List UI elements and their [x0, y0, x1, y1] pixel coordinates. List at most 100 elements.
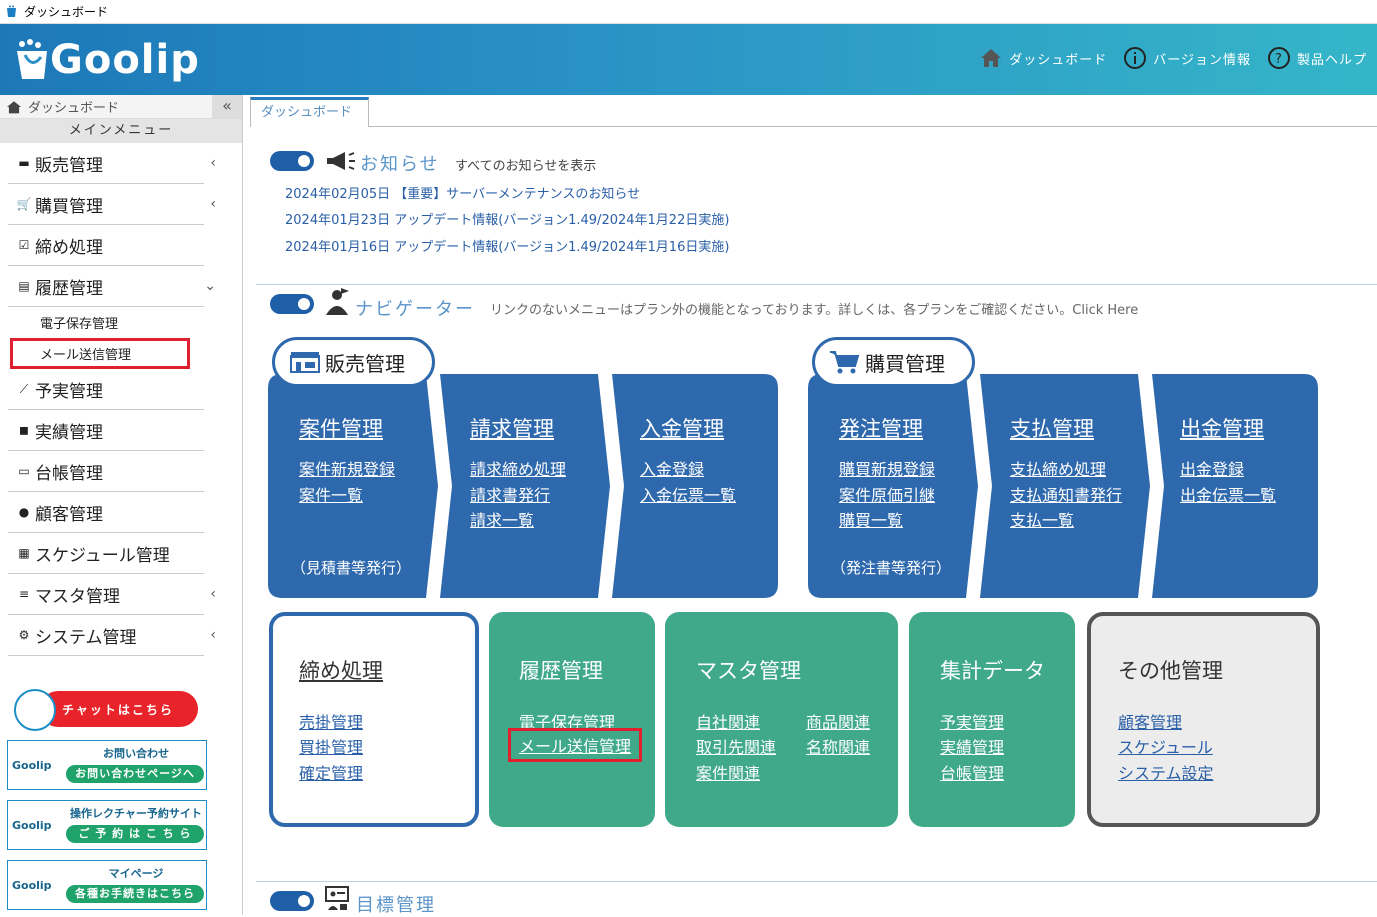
banner-title: マイページ: [108, 867, 164, 880]
nav-link[interactable]: 買掛管理: [299, 734, 363, 758]
nav-link[interactable]: 入金登録: [640, 456, 704, 480]
nav-link[interactable]: スケジュール: [1118, 734, 1213, 758]
sidebar-item-results[interactable]: ◼ 実績管理: [8, 410, 204, 451]
megaphone-icon: [327, 152, 355, 170]
nav-link[interactable]: 購買一覧: [839, 507, 903, 531]
nav-link-projects[interactable]: 案件管理: [299, 413, 383, 443]
nav-link[interactable]: 出金伝票一覧: [1180, 482, 1276, 506]
sidebar-breadcrumb-label[interactable]: ダッシュボード: [28, 97, 119, 116]
nav-link[interactable]: 案件新規登録: [299, 456, 395, 480]
nav-link-withdrawals[interactable]: 出金管理: [1180, 413, 1264, 443]
nav-link[interactable]: 入金伝票一覧: [640, 482, 736, 506]
notice-item[interactable]: 2024年01月23日 アップデート情報(バージョン1.49/2024年1月22…: [285, 209, 729, 228]
navigator-toggle[interactable]: [270, 294, 314, 314]
nav-link[interactable]: 確定管理: [299, 760, 363, 784]
checkbox-icon: ☑: [18, 238, 30, 252]
goolip-logo[interactable]: Goolip: [14, 32, 200, 88]
banner-button[interactable]: ご 予 約 は こ ち ら: [66, 825, 204, 843]
nav-link[interactable]: 売掛管理: [299, 709, 363, 733]
sales-pill: 販売管理: [272, 337, 435, 387]
nav-link[interactable]: 取引先関連: [696, 734, 776, 758]
header-help-link[interactable]: ? 製品ヘルプ: [1267, 46, 1367, 70]
app-header: Goolip ダッシュボード バージョン情報 ? 製品ヘルプ: [0, 24, 1377, 95]
sidebar-item-label: 実績管理: [35, 422, 103, 443]
contact-banner[interactable]: Goolip お問い合わせ お問い合わせページへ: [7, 740, 207, 790]
nav-link-orders[interactable]: 発注管理: [839, 413, 923, 443]
sidebar-item-purchase[interactable]: 🛒 購買管理 ‹: [8, 184, 216, 225]
sidebar-item-budget[interactable]: ⟋ 予実管理: [8, 369, 204, 410]
nav-link[interactable]: 支払通知書発行: [1010, 482, 1122, 506]
nav-link-payments[interactable]: 支払管理: [1010, 413, 1094, 443]
sidebar-collapse-button[interactable]: «: [212, 95, 242, 119]
book-icon: ▭: [18, 464, 30, 478]
svg-text:?: ?: [1275, 52, 1283, 67]
notice-item[interactable]: 2024年02月05日 【重要】サーバーメンテナンスのお知らせ: [285, 183, 640, 202]
banner-logo: Goolip: [12, 819, 52, 832]
window-title: ダッシュボード: [24, 5, 109, 19]
chevron-left-icon: ‹: [210, 586, 216, 602]
notice-title: お知らせ: [360, 154, 440, 175]
nav-link[interactable]: 出金登録: [1180, 456, 1244, 480]
sidebar: ダッシュボード « メインメニュー ▬ 販売管理 ‹ 🛒 購買管理 ‹ ☑ 締め処理 ▤ 履…: [0, 95, 243, 915]
home-icon: [7, 100, 21, 113]
goals-title: 目標管理: [356, 895, 436, 916]
sidebar-item-label: システム管理: [35, 627, 137, 648]
notice-item[interactable]: 2024年01月16日 アップデート情報(バージョン1.49/2024年1月16…: [285, 236, 729, 255]
sidebar-item-history[interactable]: ▤ 履歴管理 ⌄: [8, 266, 216, 307]
banner-button[interactable]: お問い合わせページへ: [66, 765, 204, 783]
lecture-banner[interactable]: Goolip 操作レクチャー予約サイト ご 予 約 は こ ち ら: [7, 800, 207, 850]
nav-link[interactable]: 案件一覧: [299, 482, 363, 506]
notice-toggle[interactable]: [270, 151, 314, 171]
sidebar-item-system[interactable]: ⚙ システム管理 ‹: [8, 615, 216, 656]
header-nav: ダッシュボード バージョン情報 ? 製品ヘルプ: [979, 46, 1367, 70]
history-card-title: 履歴管理: [519, 659, 603, 683]
navigator-person-icon: [326, 288, 349, 315]
home-icon: [981, 49, 1002, 67]
banner-button[interactable]: 各種お手続きはこちら: [66, 885, 204, 903]
nav-link-mail-send[interactable]: メール送信管理: [507, 728, 643, 762]
navigator-note[interactable]: リンクのないメニューはプラン外の機能となっております。詳しくは、各プランをご確認…: [490, 299, 1138, 318]
chevron-down-icon: ⌄: [204, 278, 216, 294]
nav-link[interactable]: 台帳管理: [940, 760, 1004, 784]
nav-link-deposits[interactable]: 入金管理: [640, 413, 724, 443]
nav-link[interactable]: 案件関連: [696, 760, 760, 784]
nav-link[interactable]: 商品関連: [806, 709, 870, 733]
nav-link[interactable]: 請求書発行: [470, 482, 550, 506]
nav-link-billing[interactable]: 請求管理: [470, 413, 554, 443]
nav-link[interactable]: 請求一覧: [470, 507, 534, 531]
sidebar-subitem-mail-send[interactable]: メール送信管理: [10, 338, 190, 369]
nav-link[interactable]: 名称関連: [806, 734, 870, 758]
sidebar-item-customers[interactable]: ● 顧客管理: [8, 492, 204, 533]
nav-link[interactable]: 自社関連: [696, 709, 760, 733]
mypage-banner[interactable]: Goolip マイページ 各種お手続きはこちら: [7, 860, 207, 910]
nav-link[interactable]: 案件原価引継: [839, 482, 935, 506]
sidebar-subitem-e-storage[interactable]: 電子保存管理: [8, 307, 204, 338]
nav-link[interactable]: 支払締め処理: [1010, 456, 1106, 480]
nav-link[interactable]: 請求締め処理: [470, 456, 566, 480]
nav-link[interactable]: 予実管理: [940, 709, 1004, 733]
sidebar-item-closing[interactable]: ☑ 締め処理: [8, 225, 204, 266]
nav-link[interactable]: 支払一覧: [1010, 507, 1074, 531]
nav-link[interactable]: 実績管理: [940, 734, 1004, 758]
header-version-link[interactable]: バージョン情報: [1123, 46, 1251, 70]
show-all-notices-link[interactable]: すべてのお知らせを表示: [455, 155, 596, 174]
section-divider: [256, 881, 1377, 882]
nav-link[interactable]: 購買新規登録: [839, 456, 935, 480]
sidebar-item-schedule[interactable]: ▦ スケジュール管理: [8, 533, 204, 574]
goals-toggle[interactable]: [270, 891, 314, 911]
chevron-left-icon: ‹: [210, 155, 216, 171]
header-dashboard-link[interactable]: ダッシュボード: [979, 46, 1107, 70]
sidebar-item-master[interactable]: ≡ マスタ管理 ‹: [8, 574, 216, 615]
cart-icon: 🛒: [16, 197, 32, 211]
sidebar-item-ledger[interactable]: ▭ 台帳管理: [8, 451, 204, 492]
nav-link-closing[interactable]: 締め処理: [299, 655, 383, 685]
sidebar-item-label: 台帳管理: [35, 463, 103, 484]
nav-link[interactable]: 電子保存管理: [519, 709, 615, 733]
main-menu-heading: メインメニュー: [0, 119, 242, 143]
tab-dashboard[interactable]: ダッシュボード: [250, 97, 369, 127]
nav-link[interactable]: システム設定: [1118, 760, 1214, 784]
nav-link[interactable]: 顧客管理: [1118, 709, 1182, 733]
bookmark-icon: ◼: [19, 423, 29, 437]
sidebar-item-sales[interactable]: ▬ 販売管理 ‹: [8, 143, 216, 184]
chat-button[interactable]: チャットはこちら: [14, 689, 198, 731]
